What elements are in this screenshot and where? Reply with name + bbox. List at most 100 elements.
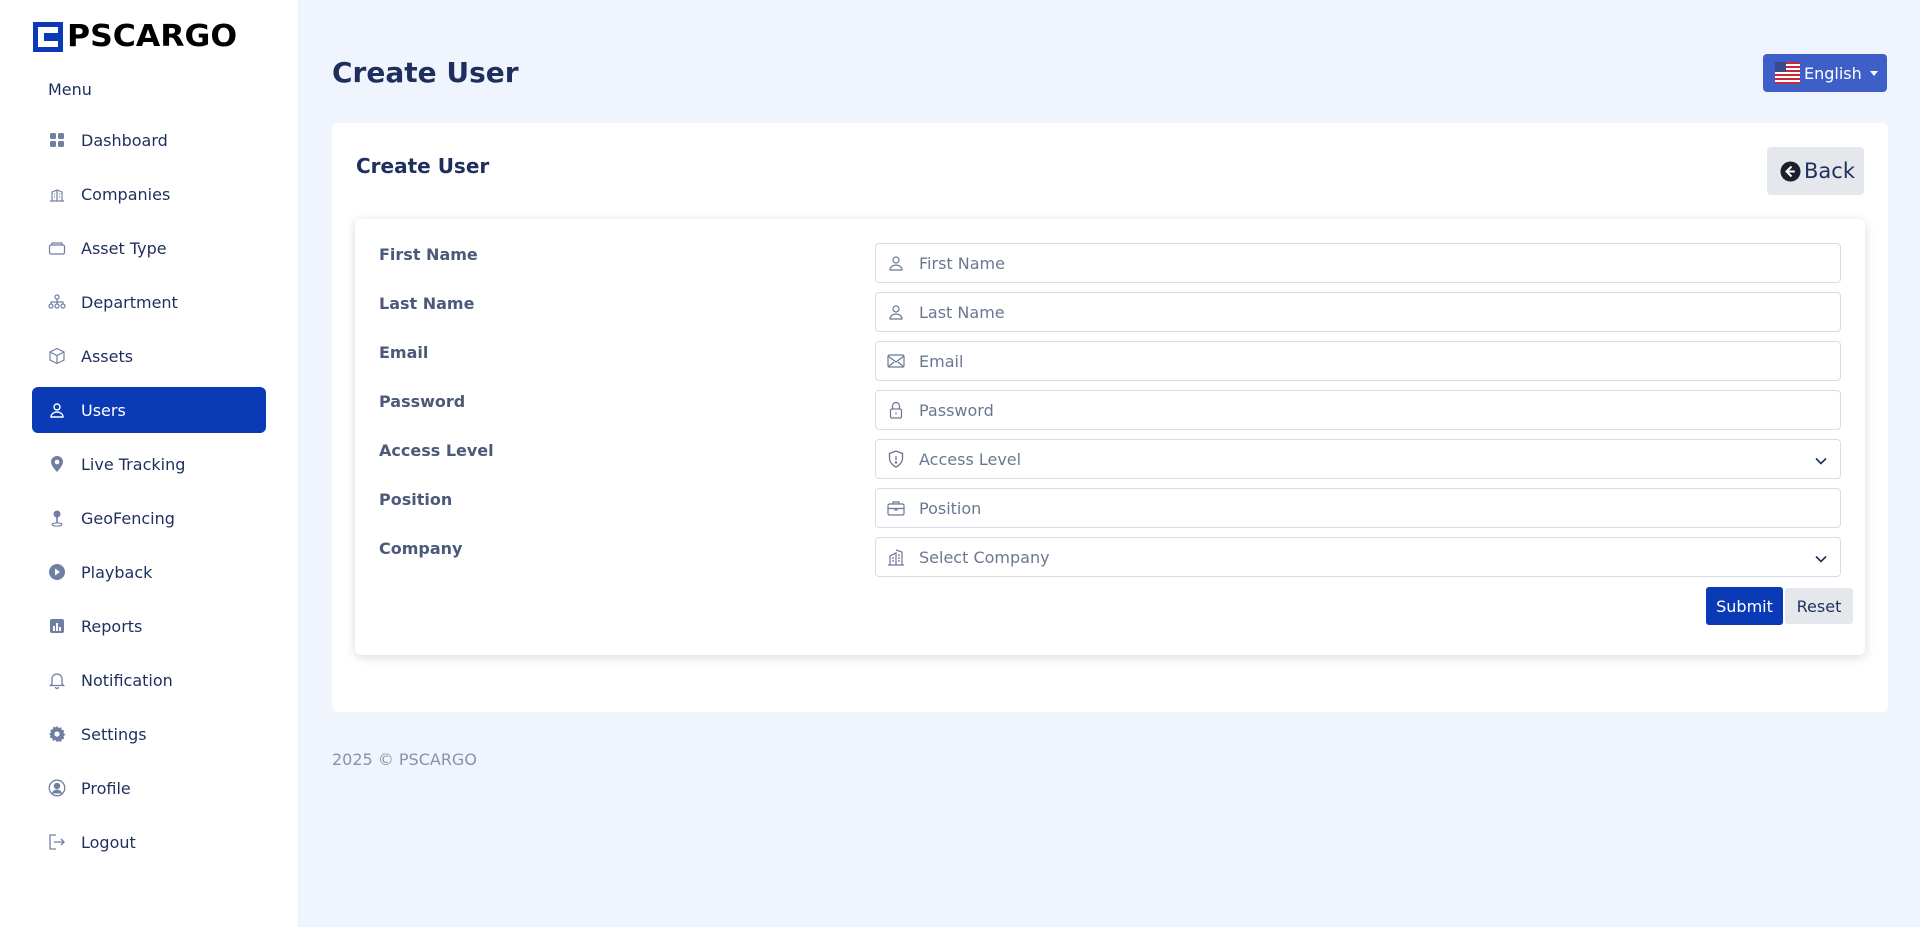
company-select[interactable]: Select Company — [875, 537, 1841, 577]
menu-title: Menu — [48, 80, 92, 99]
sidebar-item-asset-type[interactable]: Asset Type — [32, 225, 266, 271]
last-name-field[interactable]: Last Name — [875, 292, 1841, 332]
password-field[interactable]: Password — [875, 390, 1841, 430]
form-row-company: Company Select Company — [379, 537, 1841, 577]
shield-icon — [887, 450, 905, 468]
building-icon — [48, 185, 66, 203]
sidebar-item-label: Assets — [81, 346, 134, 366]
logo-mark-icon — [33, 21, 63, 52]
dashboard-icon — [48, 131, 66, 149]
sidebar-item-label: Logout — [81, 832, 136, 852]
gear-icon — [48, 725, 66, 743]
envelope-icon — [887, 352, 905, 370]
first-name-label: First Name — [379, 245, 478, 264]
sidebar-item-label: Companies — [81, 184, 171, 204]
sidebar-item-label: Asset Type — [81, 238, 167, 258]
building-icon — [887, 548, 905, 566]
sidebar-item-label: Live Tracking — [81, 454, 186, 474]
user-icon — [887, 254, 905, 272]
sidebar-item-label: Settings — [81, 724, 147, 744]
sidebar-item-department[interactable]: Department — [32, 279, 266, 325]
form-row-first-name: First Name First Name — [379, 243, 1841, 283]
create-user-card: Create User Back First Name First Name L… — [332, 123, 1888, 712]
access-level-select[interactable]: Access Level — [875, 439, 1841, 479]
email-field[interactable]: Email — [875, 341, 1841, 381]
sidebar-item-label: Dashboard — [81, 130, 168, 150]
sidebar-nav: Dashboard Companies Asset Type Departmen… — [32, 117, 266, 865]
email-label: Email — [379, 343, 429, 362]
logo-text: PSCARGO — [67, 19, 238, 54]
arrow-left-circle-icon — [1780, 161, 1801, 182]
box-icon — [48, 239, 66, 257]
sidebar-item-label: Profile — [81, 778, 131, 798]
sidebar-item-notification[interactable]: Notification — [32, 657, 266, 703]
company-placeholder: Select Company — [919, 547, 1050, 567]
position-field[interactable]: Position — [875, 488, 1841, 528]
user-icon — [887, 303, 905, 321]
reset-button[interactable]: Reset — [1785, 588, 1853, 624]
us-flag-icon — [1775, 62, 1800, 84]
sidebar-item-playback[interactable]: Playback — [32, 549, 266, 595]
sidebar-item-label: GeoFencing — [81, 508, 175, 528]
sidebar-item-live-tracking[interactable]: Live Tracking — [32, 441, 266, 487]
sidebar-item-label: Notification — [81, 670, 173, 690]
last-name-placeholder: Last Name — [919, 302, 1005, 322]
user-icon — [48, 401, 66, 419]
report-icon — [48, 617, 66, 635]
map-pin-icon — [48, 455, 66, 473]
form-row-last-name: Last Name Last Name — [379, 292, 1841, 332]
sidebar-item-reports[interactable]: Reports — [32, 603, 266, 649]
chevron-down-icon — [1814, 453, 1828, 467]
access-level-placeholder: Access Level — [919, 449, 1022, 469]
sidebar-item-profile[interactable]: Profile — [32, 765, 266, 811]
form-row-password: Password Password — [379, 390, 1841, 430]
sidebar-item-label: Department — [81, 292, 178, 312]
footer-copyright: 2025 © PSCARGO — [332, 750, 477, 769]
logout-icon — [48, 833, 66, 851]
play-icon — [48, 563, 66, 581]
form-row-position: Position Position — [379, 488, 1841, 528]
sidebar-item-label: Playback — [81, 562, 153, 582]
password-placeholder: Password — [919, 400, 994, 420]
email-placeholder: Email — [919, 351, 964, 371]
briefcase-icon — [887, 499, 905, 517]
submit-button[interactable]: Submit — [1706, 587, 1783, 625]
hierarchy-icon — [48, 293, 66, 311]
form-row-access-level: Access Level Access Level — [379, 439, 1841, 479]
sidebar-item-users[interactable]: Users — [32, 387, 266, 433]
back-button[interactable]: Back — [1767, 147, 1864, 195]
sidebar-item-logout[interactable]: Logout — [32, 819, 266, 865]
password-label: Password — [379, 392, 466, 411]
sidebar-item-label: Users — [81, 400, 126, 420]
cube-icon — [48, 347, 66, 365]
back-label: Back — [1804, 159, 1855, 183]
sidebar-item-companies[interactable]: Companies — [32, 171, 266, 217]
language-dropdown[interactable]: English — [1763, 54, 1887, 92]
main-content: Create User English Create User Back Fir… — [299, 0, 1920, 927]
profile-icon — [48, 779, 66, 797]
bell-icon — [48, 671, 66, 689]
page-title: Create User — [332, 56, 519, 89]
user-form: First Name First Name Last Name Last Nam… — [355, 219, 1865, 655]
logo[interactable]: PSCARGO — [33, 19, 266, 54]
position-placeholder: Position — [919, 498, 982, 518]
card-title: Create User — [356, 154, 490, 178]
form-row-email: Email Email — [379, 341, 1841, 381]
position-label: Position — [379, 490, 453, 509]
chevron-down-icon — [1814, 551, 1828, 565]
first-name-field[interactable]: First Name — [875, 243, 1841, 283]
sidebar-item-dashboard[interactable]: Dashboard — [32, 117, 266, 163]
last-name-label: Last Name — [379, 294, 475, 313]
language-label: English — [1804, 63, 1862, 83]
sidebar: PSCARGO Menu Dashboard Companies Asset T — [0, 0, 299, 927]
geofence-icon — [48, 509, 66, 527]
sidebar-item-settings[interactable]: Settings — [32, 711, 266, 757]
sidebar-item-assets[interactable]: Assets — [32, 333, 266, 379]
company-label: Company — [379, 539, 463, 558]
first-name-placeholder: First Name — [919, 253, 1005, 273]
sidebar-item-label: Reports — [81, 616, 143, 636]
access-level-label: Access Level — [379, 441, 494, 460]
caret-down-icon — [1869, 70, 1878, 76]
sidebar-item-geofencing[interactable]: GeoFencing — [32, 495, 266, 541]
lock-icon — [887, 401, 905, 419]
